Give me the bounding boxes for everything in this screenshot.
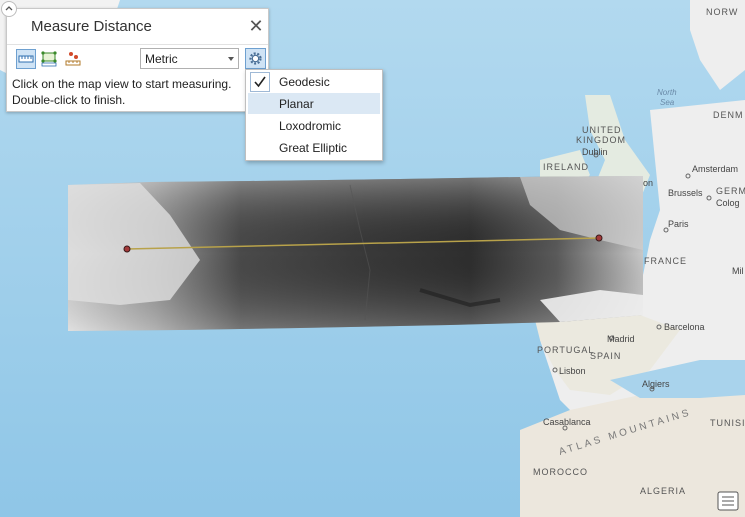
menu-item-label: Geodesic (279, 75, 330, 89)
feature-measure-icon (65, 52, 81, 66)
measure-feature-tool-button[interactable] (64, 49, 84, 69)
gear-icon (249, 52, 262, 65)
collapse-button[interactable] (1, 1, 17, 17)
checkmark-box (250, 72, 270, 92)
measure-end-vertex (595, 234, 603, 242)
label-algiers: Algiers (642, 379, 670, 389)
menu-item-loxodromic[interactable]: Loxodromic (248, 115, 380, 136)
menu-item-geodesic[interactable]: Geodesic (248, 71, 380, 92)
label-tunisia: TUNISI (710, 418, 745, 428)
label-ireland: IRELAND (543, 162, 589, 172)
label-paris: Paris (668, 219, 689, 229)
label-north-sea-1: North (657, 88, 677, 97)
measure-distance-panel: Measure Distance ✕ Metric Click on the m… (6, 8, 269, 112)
label-morocco: MOROCCO (533, 467, 588, 477)
label-algeria: ALGERIA (640, 486, 686, 496)
chevron-down-icon (228, 57, 234, 61)
unit-dropdown[interactable]: Metric (140, 48, 239, 69)
label-brussels: Brussels (668, 188, 703, 198)
instruction-line-1: Click on the map view to start measuring… (12, 77, 232, 91)
close-button[interactable]: ✕ (247, 17, 265, 35)
label-cologne: Colog (716, 198, 740, 208)
label-uk2: KINGDOM (576, 135, 626, 145)
ruler-icon (18, 55, 34, 63)
label-barcelona: Barcelona (664, 322, 705, 332)
measurement-mode-menu: Geodesic Planar Loxodromic Great Ellipti… (245, 69, 383, 161)
label-lisbon: Lisbon (559, 366, 586, 376)
menu-item-label: Great Elliptic (279, 141, 348, 155)
measure-start-vertex (123, 245, 131, 253)
layer-list-icon (717, 491, 739, 511)
label-denmark: DENM (713, 110, 744, 120)
menu-item-label: Loxodromic (279, 119, 342, 133)
panel-divider (7, 44, 268, 45)
area-measure-icon (41, 51, 57, 67)
unit-dropdown-value: Metric (145, 52, 178, 66)
checkmark-icon (254, 76, 266, 88)
measurement-settings-button[interactable] (245, 48, 266, 69)
label-madrid: Madrid (607, 334, 635, 344)
measure-distance-tool-button[interactable] (16, 49, 36, 69)
menu-item-great-elliptic[interactable]: Great Elliptic (248, 137, 380, 158)
label-portugal: PORTUGAL (537, 345, 594, 355)
chevron-up-icon (5, 6, 13, 11)
panel-title: Measure Distance (31, 18, 152, 35)
label-london: on (643, 178, 653, 188)
instruction-line-2: Double-click to finish. (12, 93, 126, 107)
measure-area-tool-button[interactable] (40, 49, 60, 69)
label-norway: NORW (706, 7, 738, 17)
label-milan: Mil (732, 266, 744, 276)
menu-item-label: Planar (279, 97, 314, 111)
label-north-sea-2: Sea (660, 98, 675, 107)
label-france: FRANCE (644, 256, 687, 266)
label-spain: SPAIN (590, 351, 621, 361)
label-dublin: Dublin (582, 147, 608, 157)
instructions: Click on the map view to start measuring… (12, 76, 264, 108)
label-uk1: UNITED (582, 125, 622, 135)
label-germany: GERM (716, 186, 745, 196)
label-amsterdam: Amsterdam (692, 164, 738, 174)
menu-item-planar[interactable]: Planar (248, 93, 380, 114)
layer-list-button[interactable] (717, 491, 739, 511)
label-casablanca: Casablanca (543, 417, 591, 427)
